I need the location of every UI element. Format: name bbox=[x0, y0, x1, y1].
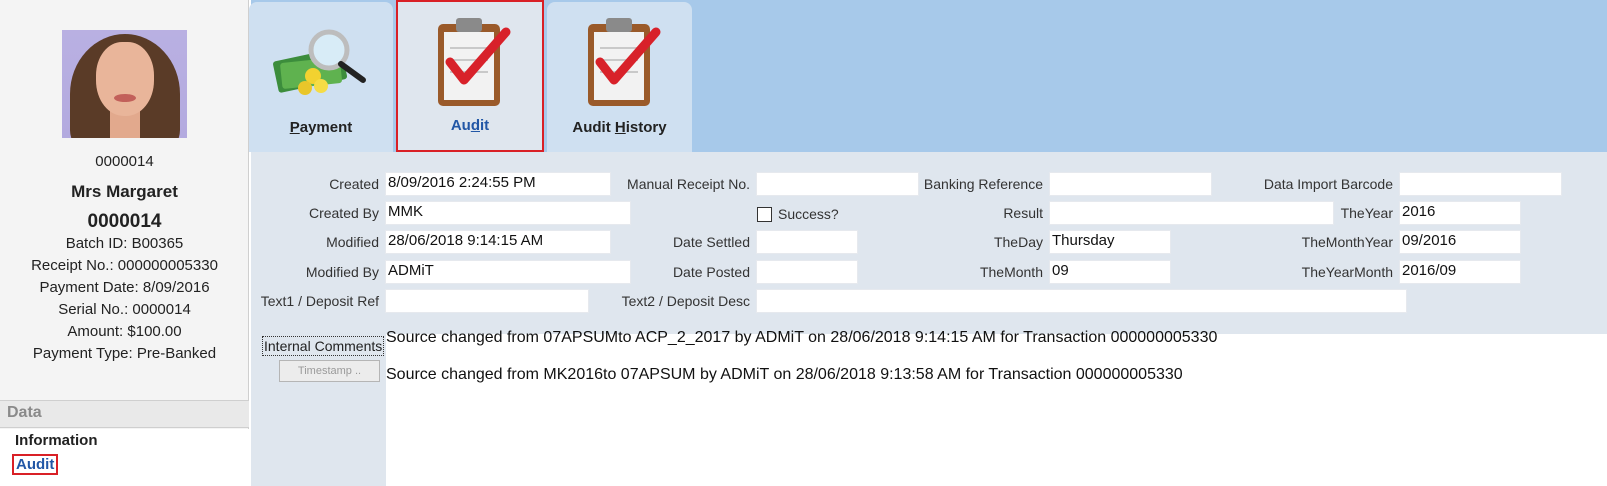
payment-date: Payment Date: 8/09/2016 bbox=[39, 279, 210, 296]
tab-audit[interactable]: Audit bbox=[396, 0, 544, 152]
tab-payment-label: Payment bbox=[289, 119, 353, 136]
tab-audit-history[interactable]: Audit History bbox=[547, 2, 692, 152]
audit-form: Created 8/09/2016 2:24:55 PM Created By … bbox=[251, 152, 1607, 334]
created-by-label: Created By bbox=[308, 205, 379, 221]
batch-id: Batch ID: B00365 bbox=[65, 235, 184, 252]
the-month-field[interactable]: 09 bbox=[1049, 260, 1171, 284]
avatar bbox=[62, 30, 187, 138]
main-area: Payment Audit Audit History Created 8/09… bbox=[249, 0, 1607, 486]
success-label: Success? bbox=[778, 206, 839, 222]
money-magnifier-icon bbox=[273, 29, 366, 95]
comment-line: Source changed from 07APSUMto ACP_2_2017… bbox=[386, 329, 1218, 346]
amount: Amount: $100.00 bbox=[67, 323, 182, 340]
internal-comments-label: Internal Comments bbox=[262, 336, 385, 356]
comment-line: Source changed from MK2016to 07APSUM by … bbox=[386, 366, 1183, 383]
date-posted-field[interactable] bbox=[756, 260, 858, 284]
text1-field[interactable] bbox=[385, 289, 589, 313]
serial-no: Serial No.: 0000014 bbox=[58, 301, 191, 318]
text1-label: Text1 / Deposit Ref bbox=[260, 293, 379, 309]
the-year-month-label: TheYearMonth bbox=[1301, 264, 1393, 280]
data-import-barcode-label: Data Import Barcode bbox=[1263, 176, 1393, 192]
internal-comments-textarea[interactable]: Source changed from 07APSUMto ACP_2_2017… bbox=[386, 329, 1607, 486]
left-panel: 0000014 Mrs Margaret 0000014 Batch ID: B… bbox=[0, 0, 249, 486]
modified-by-field[interactable]: ADMiT bbox=[385, 260, 631, 284]
the-day-field[interactable]: Thursday bbox=[1049, 230, 1171, 254]
the-month-year-field[interactable]: 09/2016 bbox=[1399, 230, 1521, 254]
profile-name: Mrs Margaret bbox=[71, 182, 178, 201]
created-field[interactable]: 8/09/2016 2:24:55 PM bbox=[385, 172, 611, 196]
date-settled-label: Date Settled bbox=[672, 234, 750, 250]
data-import-barcode-field[interactable] bbox=[1399, 172, 1562, 196]
date-posted-label: Date Posted bbox=[672, 264, 750, 280]
modified-label: Modified bbox=[326, 234, 379, 250]
the-year-field[interactable]: 2016 bbox=[1399, 201, 1521, 225]
app-window: 0000014 Mrs Margaret 0000014 Batch ID: B… bbox=[0, 0, 1607, 486]
result-label: Result bbox=[1003, 205, 1043, 221]
modified-field[interactable]: 28/06/2018 9:14:15 AM bbox=[385, 230, 611, 254]
tab-payment[interactable]: Payment bbox=[249, 2, 393, 152]
banking-reference-label: Banking Reference bbox=[923, 176, 1043, 192]
text2-label: Text2 / Deposit Desc bbox=[621, 293, 750, 309]
created-by-field[interactable]: MMK bbox=[385, 201, 631, 225]
result-field[interactable] bbox=[1049, 201, 1334, 225]
clipboard-check-icon bbox=[587, 18, 660, 106]
the-month-year-label: TheMonthYear bbox=[1301, 234, 1393, 250]
tab-audit-label: Audit bbox=[450, 117, 490, 134]
the-month-label: TheMonth bbox=[979, 264, 1043, 280]
data-nav: Information Audit bbox=[0, 429, 249, 486]
data-section-header: Data bbox=[0, 400, 249, 428]
the-year-label: TheYear bbox=[1340, 205, 1393, 221]
created-label: Created bbox=[329, 176, 379, 192]
tab-audit-history-label: Audit History bbox=[572, 119, 667, 136]
the-year-month-field[interactable]: 2016/09 bbox=[1399, 260, 1521, 284]
nav-item-audit[interactable]: Audit bbox=[12, 454, 59, 475]
receipt-no: Receipt No.: 000000005330 bbox=[31, 257, 218, 274]
profile-id: 0000014 bbox=[87, 211, 162, 232]
tab-bar: Payment Audit Audit History bbox=[249, 0, 1607, 152]
payment-type: Payment Type: Pre-Banked bbox=[32, 345, 217, 362]
modified-by-label: Modified By bbox=[305, 264, 379, 280]
timestamp-button[interactable]: Timestamp .. bbox=[279, 360, 380, 382]
manual-receipt-field[interactable] bbox=[756, 172, 919, 196]
manual-receipt-label: Manual Receipt No. bbox=[627, 176, 750, 192]
banking-reference-field[interactable] bbox=[1049, 172, 1212, 196]
clipboard-check-icon bbox=[438, 18, 511, 106]
nav-item-information[interactable]: Information bbox=[15, 432, 98, 449]
date-settled-field[interactable] bbox=[756, 230, 858, 254]
text2-field[interactable] bbox=[756, 289, 1407, 313]
the-day-label: TheDay bbox=[993, 234, 1043, 250]
profile-number: 0000014 bbox=[95, 153, 154, 170]
